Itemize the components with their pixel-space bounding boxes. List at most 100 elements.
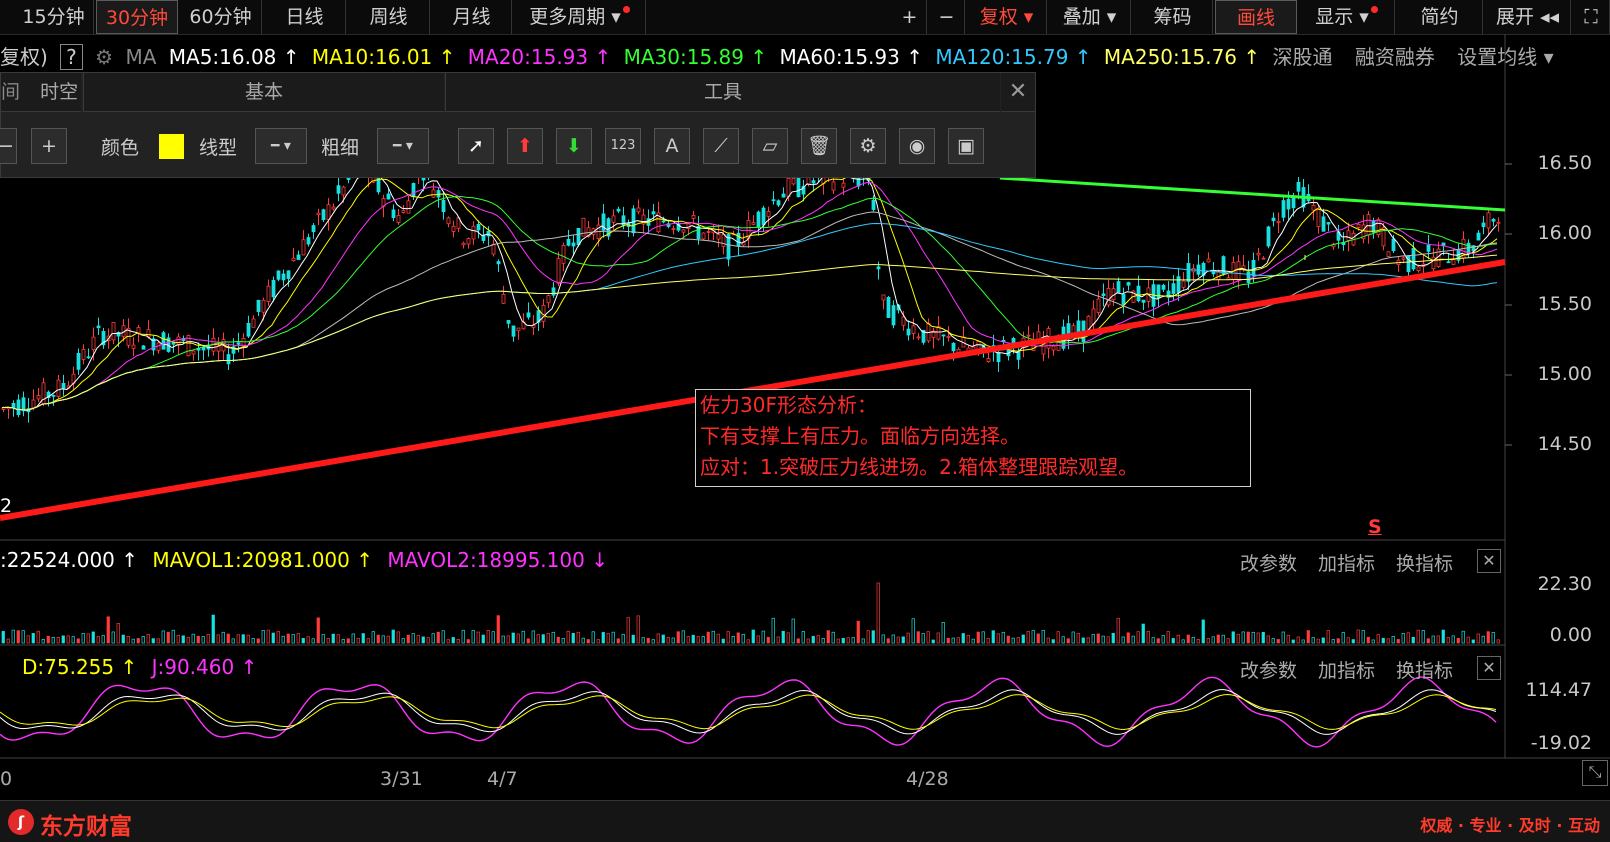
settings-icon[interactable]: ⚙ [850,128,886,164]
width-label: 粗细 [321,137,360,159]
ruler-icon[interactable]: ⟋ [703,128,739,164]
candle-body [36,395,41,400]
volume-bar [501,635,505,644]
analysis-annotation[interactable]: 佐力30F形态分析： 下有支撑上有压力。面临方向选择。 应对：1.突破压力线进场… [695,389,1251,487]
volume-bar [1066,638,1070,644]
volume-bar [986,638,990,644]
volume-bar [646,638,650,644]
close-volume-panel[interactable]: ✕ [1477,549,1501,573]
candle-body [141,345,146,350]
trash-icon[interactable]: 🗑 [801,128,837,164]
volume-bar [516,633,520,644]
candle-body [831,181,836,191]
volume-bar [1136,631,1140,644]
volume-bar [1231,631,1235,644]
up-arrow-icon[interactable]: ⬆ [507,128,543,164]
add-indicator-link[interactable]: 加指标 [1318,549,1375,576]
volume-bar [1401,632,1405,644]
color-swatch[interactable] [159,134,184,159]
change-params-link[interactable]: 改参数 [1240,549,1297,576]
volume-bar [1406,632,1410,644]
candle-body [671,228,676,231]
candle-body [1206,258,1211,263]
candle-body [1181,280,1186,288]
candle-body [1346,230,1351,241]
section-basic: 基本 [83,73,444,112]
candle-body [541,305,546,322]
text-icon[interactable]: A [654,128,690,164]
cursor-icon[interactable]: ➚ [458,128,494,164]
volume-bar [546,633,550,644]
volume-bar [781,630,785,644]
volume-bar [1241,631,1245,644]
candle-body [556,258,561,284]
volume-bar [1411,636,1415,644]
bottom-brand-bar: ʃ 东方财富 权威 · 专业 · 及时 · 互动 [0,800,1610,842]
candle-body [551,287,556,296]
volume-bar [111,631,115,644]
ma-line [1,181,1498,411]
minus-button[interactable]: − [0,128,17,164]
plus-button[interactable]: + [31,128,67,164]
volume-bar [261,630,265,644]
volume-bar [71,636,75,644]
volume-bar [16,630,20,644]
volume-bar [876,582,880,644]
kdj-lines [0,676,1497,748]
volume-bar [231,638,235,644]
volume-bar [801,631,805,644]
volume-bar [156,638,160,644]
volume-bar [1006,635,1010,644]
brand-name: 东方财富 [40,814,132,840]
candle-body [1446,261,1451,264]
volume-bar [831,631,835,644]
volume-bar [786,632,790,644]
change-params-link[interactable]: 改参数 [1240,656,1297,683]
volume-bar [216,634,220,644]
tab-spacetime[interactable]: 间 时空 [1,73,81,112]
volume-bar [766,636,770,644]
volume-bar [1391,636,1395,644]
line-width-select[interactable]: ━ ▾ [377,128,429,164]
close-kdj-panel[interactable]: ✕ [1477,656,1501,680]
volume-bar [776,636,780,644]
volume-bar [626,617,630,644]
candle-body [1196,264,1201,275]
line-type-select[interactable]: ━ ▾ [255,128,307,164]
volume-bar [1461,630,1465,644]
resistance-trend-line[interactable] [999,176,1506,212]
candle-body [1356,223,1361,228]
volume-bar [1221,634,1225,644]
volume-bar [451,637,455,644]
volume-bar [741,633,745,644]
resize-corner-icon[interactable]: ⤡ [1582,760,1608,786]
volume-bar [606,633,610,644]
volume-bar [421,636,425,644]
eye-icon[interactable]: ◉ [899,128,935,164]
candle-body [396,215,401,223]
eraser-icon[interactable]: ▱ [752,128,788,164]
down-arrow-icon[interactable]: ⬇ [556,128,592,164]
volume-bar [586,639,590,644]
candle-body [76,353,81,370]
switch-indicator-link[interactable]: 换指标 [1396,656,1453,683]
volume-bar [956,637,960,644]
switch-indicator-link[interactable]: 换指标 [1396,549,1453,576]
candle-body [311,225,316,233]
screenshot-icon[interactable]: ▣ [948,128,984,164]
candle-body [1091,308,1096,325]
volume-bar [1281,631,1285,644]
candle-body [776,200,781,206]
candle-body [236,342,241,345]
number-label-icon[interactable]: 123 [605,128,641,164]
x-axis-label: 3/31 [380,768,423,790]
add-indicator-link[interactable]: 加指标 [1318,656,1375,683]
candle-body [1136,285,1141,302]
ma-line [1,174,1498,411]
volume-bar [486,630,490,644]
candle-body [771,199,776,202]
candle-body [266,285,271,302]
volume-bar [1016,637,1020,644]
volume-bar [1256,632,1260,644]
close-toolbar-button[interactable]: ✕ [1001,73,1035,112]
